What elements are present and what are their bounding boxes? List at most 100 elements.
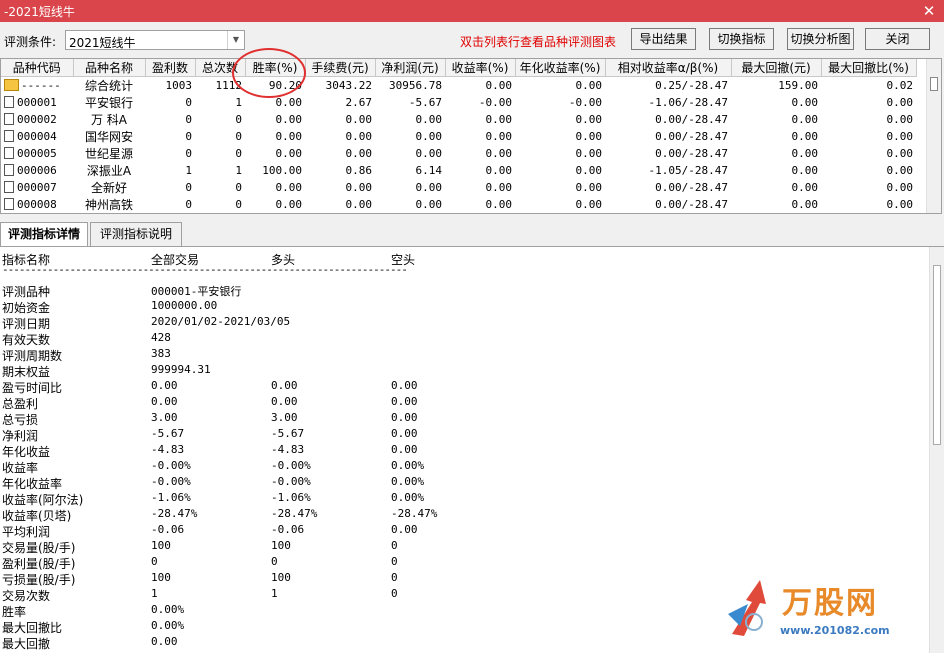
detail-metric-value: 0.00 [151,379,178,392]
detail-metric-value: 0.00% [151,619,185,632]
table-row[interactable]: 000004 国华网安 0 0 0.00 0.00 0.00 0.00 0.00 0.00/-28… [1,128,916,145]
detail-row: 评测周期数 383 [0,347,930,363]
cell-value: -1.05/-28.47 [648,164,728,177]
detail-metric-value: 0 [271,555,278,568]
cell-value: 0.00 [415,181,443,194]
detail-scroll-thumb[interactable] [933,265,941,445]
cell-code: 000002 [1,111,73,128]
cell-value: 0 [235,130,242,143]
cell-value: 0.00/-28.47 [655,147,728,160]
cell-code-text: 000008 [17,198,57,211]
cell-value: 0.00 [575,130,603,143]
watermark-url: www.201082.com [780,624,890,637]
detail-metric-value: 2020/01/02-2021/03/05 [151,315,291,328]
cell-value: 0.00 [575,147,603,160]
detail-row: 年化收益 -4.83 -4.83 0.00 [0,443,930,459]
cell-value: 0.00 [886,198,914,211]
table-row[interactable]: 000002 万 科A 0 0 0.00 0.00 0.00 0.00 0.00 0.00/-28… [1,111,916,128]
document-icon [4,113,14,125]
cell-value: 0 [185,181,192,194]
table-row[interactable]: 000007 全新好 0 0 0.00 0.00 0.00 0.00 0.00 0.00/-28.… [1,179,916,196]
cell-value: 0.00 [485,181,513,194]
detail-metric-value: 0.00 [391,443,418,456]
detail-metric-value: -1.06% [271,491,311,504]
table-row[interactable]: 000006 深振业A 1 1 100.00 0.86 6.14 0.00 0.00 -1.05/… [1,162,916,179]
detail-metric-value: 1 [151,587,158,600]
table-row[interactable]: 000001 平安银行 0 1 0.00 2.67 -5.67 -0.00 -0.00 -1.06… [1,94,916,111]
cell-value: 0.00 [415,198,443,211]
tab-detail[interactable]: 评测指标详情 [0,222,88,246]
column-header[interactable]: 最大回撤(元) [731,59,822,77]
tab-description[interactable]: 评测指标说明 [90,222,182,246]
detail-metric-value: 100 [151,539,171,552]
cell-value: 2.67 [345,96,373,109]
cell-value: 0.00 [575,113,603,126]
column-header[interactable]: 年化收益率(%) [515,59,606,77]
grid-scrollbar[interactable] [926,59,941,213]
cell-name: 综合统计 [84,79,133,93]
cell-value: 0.00 [791,130,819,143]
cell-value: 0 [235,181,242,194]
cell-value: 0.00 [415,130,443,143]
chevron-down-icon[interactable]: ▼ [227,31,244,49]
cell-name: 世纪星源 [84,147,133,161]
detail-row: 有效天数 428 [0,331,930,347]
detail-metric-name: 评测周期数 [2,349,63,363]
detail-metric-value: 0.00% [391,459,425,472]
document-icon [4,130,14,142]
column-header[interactable]: 相对收益率α/β(%) [605,59,732,77]
close-icon[interactable]: ✕ [914,0,944,22]
cell-value: 0.00 [485,147,513,160]
cell-code: 000005 [1,145,73,162]
detail-metric-name: 年化收益 [2,445,51,459]
table-row[interactable]: 000005 世纪星源 0 0 0.00 0.00 0.00 0.00 0.00 0.00/-28… [1,145,916,162]
detail-metric-name: 盈亏时间比 [2,381,63,395]
cell-code: 000007 [1,179,73,196]
detail-metric-value: 0 [391,571,398,584]
detail-scrollbar[interactable] [929,247,944,653]
export-button[interactable]: 导出结果 [631,28,696,50]
column-header[interactable]: 最大回撤比(%) [821,59,917,77]
cell-value: 100.00 [262,164,302,177]
cell-value: 0.00 [575,198,603,211]
table-row[interactable]: 000008 神州高铁 0 0 0.00 0.00 0.00 0.00 0.00 0.00/-28… [1,196,916,213]
cell-value: 0.00 [485,198,513,211]
cell-value: 0.00 [791,181,819,194]
detail-metric-value: -0.00% [271,475,311,488]
cell-value: 0 [185,96,192,109]
detail-metric-name: 最大回撤 [2,637,51,651]
detail-metric-value: 3.00 [271,411,298,424]
column-header[interactable]: 收益率(%) [445,59,516,77]
cell-value: 3043.22 [325,79,372,92]
cell-name: 国华网安 [84,130,133,144]
cell-value: 0 [235,113,242,126]
highlight-circle [232,48,306,98]
column-header[interactable]: 净利润(元) [375,59,446,77]
cell-value: 0.00 [575,79,603,92]
table-row[interactable]: ------ 综合统计 1003 1112 90.20 3043.22 30956.78 0.… [1,77,916,95]
column-header[interactable]: 盈利数 [145,59,196,77]
column-header[interactable]: 品种名称 [73,59,146,77]
cell-value: 0.00 [485,79,513,92]
column-header[interactable]: 手续费(元) [305,59,376,77]
detail-metric-value: 0.00% [391,475,425,488]
results-grid: 品种代码 品种名称 盈利数 总次数 胜率(%) 手续费(元) 净利润(元) 收益率(%) 年化收… [0,58,942,214]
close-button[interactable]: 关闭 [865,28,930,50]
detail-metric-name: 胜率 [2,605,27,619]
grid-scroll-thumb[interactable] [930,77,938,91]
cell-value: 1 [235,96,242,109]
detail-metric-name: 初始资金 [2,301,51,315]
condition-select[interactable]: 2021短线牛 ▼ [65,30,245,50]
cell-value: 0.00 [485,164,513,177]
detail-metric-value: 100 [271,571,291,584]
detail-metric-value: -0.00% [271,459,311,472]
column-header[interactable]: 品种代码 [1,59,74,77]
switch-chart-button[interactable]: 切换分析图 [787,28,854,50]
detail-metric-value: 0.00 [151,635,178,648]
detail-metric-name: 交易量(股/手) [2,541,76,555]
switch-indicator-button[interactable]: 切换指标 [709,28,774,50]
cell-value: 0.00 [345,181,373,194]
cell-value: 0.00/-28.47 [655,113,728,126]
cell-value: 159.00 [778,79,818,92]
detail-metric-value: 0.00 [271,395,298,408]
